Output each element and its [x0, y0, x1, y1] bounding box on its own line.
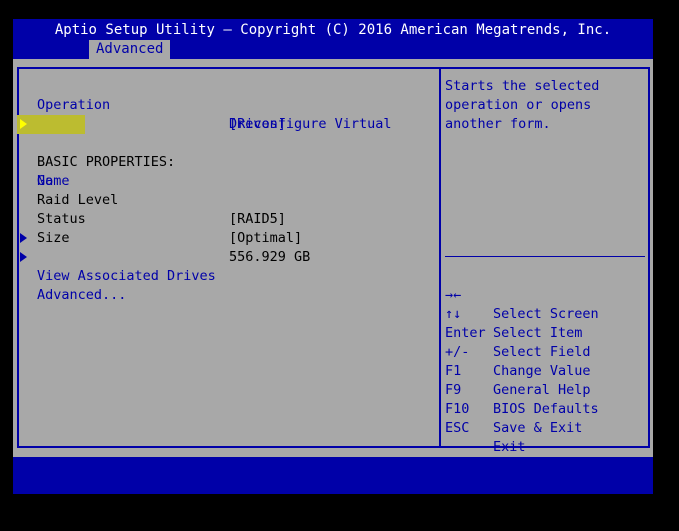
app-title: Aptio Setup Utility – Copyright (C) 2016…: [54, 22, 612, 38]
raid-level-row: Raid Level [RAID5]: [13, 172, 433, 227]
key-legend-row: ESC Exit: [445, 400, 645, 455]
name-row[interactable]: Name: [13, 153, 433, 189]
key-legend-row: →← Select Screen: [445, 267, 645, 322]
key-description: Save & Exit: [493, 420, 583, 436]
submenu-arrow-icon: [20, 252, 27, 262]
header-bar: Aptio Setup Utility – Copyright (C) 2016…: [13, 19, 653, 59]
key-legend-row: F10 Save & Exit: [445, 381, 645, 436]
view-associated-drives-row[interactable]: View Associated Drives: [13, 229, 433, 284]
status-row: Status [Optimal]: [13, 191, 433, 246]
help-text-line1: Starts the selected: [445, 78, 600, 94]
key-legend-row: Enter Select Field: [445, 305, 645, 360]
view-associated-drives-link[interactable]: View Associated Drives: [37, 267, 216, 286]
key-name: ESC: [445, 420, 470, 436]
advanced-row[interactable]: Advanced...: [13, 248, 433, 303]
key-legend-row: F9 BIOS Defaults: [445, 362, 645, 417]
basic-properties-heading: BASIC PROPERTIES:: [13, 134, 433, 170]
help-text-line2: operation or opens: [445, 97, 592, 113]
key-legend-row: +/- Change Value: [445, 324, 645, 379]
operation-value-continuation: Drives]: [13, 96, 433, 132]
bios-screen: Aptio Setup Utility – Copyright (C) 2016…: [0, 0, 679, 531]
go-row[interactable]: Go: [13, 115, 433, 189]
operation-row[interactable]: Operation [Reconfigure Virtual: [13, 77, 433, 132]
help-divider: [439, 67, 441, 448]
footer-bar: [13, 457, 653, 494]
size-row: Size 556.929 GB: [13, 210, 433, 265]
key-legend-row: ↑↓ Select Item: [445, 286, 645, 341]
tab-advanced[interactable]: Advanced: [89, 40, 171, 59]
submenu-arrow-icon: [20, 119, 27, 129]
advanced-link[interactable]: Advanced...: [37, 286, 126, 305]
submenu-arrow-icon: [20, 233, 27, 243]
key-legend-row: F1 General Help: [445, 343, 645, 398]
help-text-line3: another form.: [445, 116, 551, 132]
main-panel: Operation [Reconfigure Virtual Drives] G…: [13, 59, 653, 457]
help-separator: [445, 256, 645, 257]
selection-highlight: [17, 115, 85, 134]
key-description: Exit: [493, 439, 526, 455]
